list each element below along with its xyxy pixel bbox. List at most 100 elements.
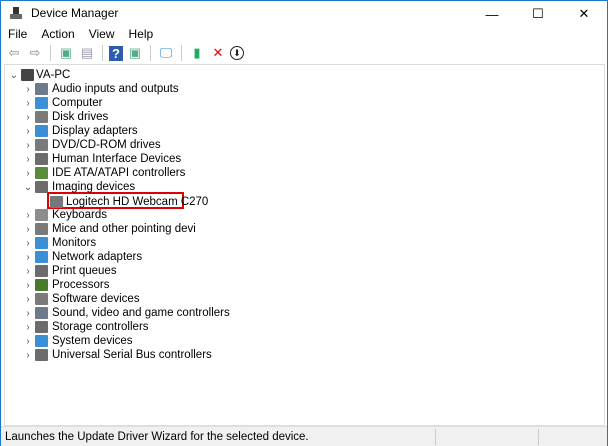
tree-item-label: Human Interface Devices bbox=[52, 153, 182, 165]
device-icon bbox=[35, 209, 48, 221]
device-icon bbox=[35, 181, 48, 193]
tree-item-label: Universal Serial Bus controllers bbox=[52, 349, 212, 361]
device-icon bbox=[35, 153, 48, 165]
toolbar-separator bbox=[150, 45, 151, 61]
tree-item[interactable]: › Display adapters bbox=[5, 124, 595, 138]
chevron-right-icon[interactable]: › bbox=[23, 280, 33, 291]
device-icon bbox=[35, 265, 48, 277]
device-icon bbox=[35, 139, 48, 151]
device-icon bbox=[21, 69, 34, 81]
close-button[interactable]: ✕ bbox=[561, 1, 607, 27]
tree-item[interactable]: › Software devices bbox=[5, 292, 595, 306]
chevron-right-icon[interactable]: › bbox=[23, 308, 33, 319]
tree-item[interactable]: › Monitors bbox=[5, 236, 595, 250]
properties-icon[interactable]: ▣ bbox=[57, 44, 75, 62]
chevron-right-icon[interactable]: › bbox=[23, 98, 33, 109]
chevron-right-icon[interactable]: › bbox=[23, 322, 33, 333]
maximize-button[interactable]: ☐ bbox=[515, 1, 561, 27]
chevron-right-icon[interactable]: › bbox=[23, 168, 33, 179]
device-icon bbox=[35, 321, 48, 333]
scan-hardware-icon[interactable]: 🖵 bbox=[157, 44, 175, 62]
device-icon bbox=[35, 97, 48, 109]
back-arrow-icon[interactable]: ⇦ bbox=[5, 44, 23, 62]
chevron-right-icon[interactable]: › bbox=[23, 126, 33, 137]
tree-item[interactable]: › Network adapters bbox=[5, 250, 595, 264]
tree-item-label: Processors bbox=[52, 279, 110, 291]
chevron-right-icon[interactable]: › bbox=[23, 224, 33, 235]
tree-item[interactable]: › Storage controllers bbox=[5, 320, 595, 334]
chevron-right-icon[interactable]: › bbox=[23, 140, 33, 151]
show-hide-icon[interactable]: ▤ bbox=[78, 44, 96, 62]
tree-item-child[interactable]: Logitech HD Webcam C270 bbox=[5, 195, 595, 209]
menu-help[interactable]: Help bbox=[122, 26, 161, 44]
device-icon bbox=[35, 83, 48, 95]
help-icon[interactable]: ? bbox=[109, 45, 123, 61]
tree-item[interactable]: › Audio inputs and outputs bbox=[5, 82, 595, 96]
device-icon bbox=[35, 237, 48, 249]
forward-arrow-icon[interactable]: ⇨ bbox=[26, 44, 44, 62]
tree-item-label: VA-PC bbox=[36, 69, 71, 81]
title-bar: Device Manager — ☐ ✕ bbox=[1, 1, 607, 27]
chevron-right-icon[interactable]: › bbox=[23, 350, 33, 361]
device-icon bbox=[35, 125, 48, 137]
tree-item-label: Storage controllers bbox=[52, 321, 149, 333]
device-tree[interactable]: ⌄ VA-PC › Audio inputs and outputs › Computer… bbox=[4, 64, 605, 426]
tree-item[interactable]: › System devices bbox=[5, 334, 595, 348]
tree-item[interactable]: › Mice and other pointing devi bbox=[5, 222, 595, 236]
toolbar-separator bbox=[50, 45, 51, 61]
update-driver-icon[interactable]: ▮ bbox=[188, 44, 206, 62]
chevron-right-icon[interactable]: › bbox=[23, 252, 33, 263]
tree-item[interactable]: › Print queues bbox=[5, 264, 595, 278]
chevron-right-icon[interactable]: › bbox=[23, 238, 33, 249]
chevron-right-icon[interactable]: › bbox=[23, 112, 33, 123]
tree-item[interactable]: › Sound, video and game controllers bbox=[5, 306, 595, 320]
device-icon bbox=[35, 349, 48, 361]
chevron-right-icon[interactable]: › bbox=[23, 84, 33, 95]
chevron-right-icon[interactable]: › bbox=[23, 336, 33, 347]
tree-item[interactable]: › IDE ATA/ATAPI controllers bbox=[5, 166, 595, 180]
toolbar-separator bbox=[102, 45, 103, 61]
tree-root[interactable]: ⌄ VA-PC bbox=[5, 68, 595, 82]
device-icon bbox=[35, 111, 48, 123]
device-icon bbox=[35, 307, 48, 319]
device-icon bbox=[35, 167, 48, 179]
tree-item-label: Imaging devices bbox=[52, 181, 136, 193]
minimize-button[interactable]: — bbox=[469, 1, 515, 27]
tree-item[interactable]: ⌄ Imaging devices bbox=[5, 180, 595, 194]
chevron-right-icon[interactable]: › bbox=[23, 210, 33, 221]
menu-view[interactable]: View bbox=[82, 26, 122, 44]
menu-action[interactable]: Action bbox=[34, 26, 81, 44]
tree-item[interactable]: › DVD/CD-ROM drives bbox=[5, 138, 595, 152]
tree-item-label: Computer bbox=[52, 97, 103, 109]
tree-item-label: Display adapters bbox=[52, 125, 138, 137]
status-text: Launches the Update Driver Wizard for th… bbox=[5, 431, 309, 443]
tree-item[interactable]: › Keyboards bbox=[5, 208, 595, 222]
action-pane-icon[interactable]: ▣ bbox=[126, 44, 144, 62]
chevron-right-icon[interactable]: › bbox=[23, 266, 33, 277]
tree-item[interactable]: › Disk drives bbox=[5, 110, 595, 124]
device-icon bbox=[50, 196, 63, 208]
tree-item-label: Audio inputs and outputs bbox=[52, 83, 179, 95]
tree-item-label: Software devices bbox=[52, 293, 140, 305]
menu-file[interactable]: File bbox=[1, 26, 34, 44]
chevron-right-icon[interactable]: › bbox=[23, 154, 33, 165]
chevron-down-icon[interactable]: ⌄ bbox=[9, 70, 19, 81]
status-divider bbox=[538, 429, 539, 445]
tree-item-label: System devices bbox=[52, 335, 133, 347]
tree-item[interactable]: › Computer bbox=[5, 96, 595, 110]
tree-item[interactable]: › Human Interface Devices bbox=[5, 152, 595, 166]
tree-item[interactable]: › Processors bbox=[5, 278, 595, 292]
device-icon bbox=[35, 293, 48, 305]
chevron-down-icon[interactable]: ⌄ bbox=[23, 182, 33, 193]
uninstall-icon[interactable]: ✕ bbox=[209, 44, 227, 62]
tree-item-label: Sound, video and game controllers bbox=[52, 307, 230, 319]
tree-item-label: Print queues bbox=[52, 265, 117, 277]
tree-item-label: Keyboards bbox=[52, 209, 107, 221]
tree-item-label: Monitors bbox=[52, 237, 97, 249]
chevron-right-icon[interactable]: › bbox=[23, 294, 33, 305]
tree-item[interactable]: › Universal Serial Bus controllers bbox=[5, 348, 595, 362]
disable-icon[interactable]: ⬇ bbox=[230, 46, 244, 60]
tree-item-label: IDE ATA/ATAPI controllers bbox=[52, 167, 186, 179]
toolbar: ⇦ ⇨ ▣ ▤? ▣ 🖵 ▮ ✕ ⬇ bbox=[1, 43, 607, 63]
window-title: Device Manager bbox=[31, 6, 119, 20]
